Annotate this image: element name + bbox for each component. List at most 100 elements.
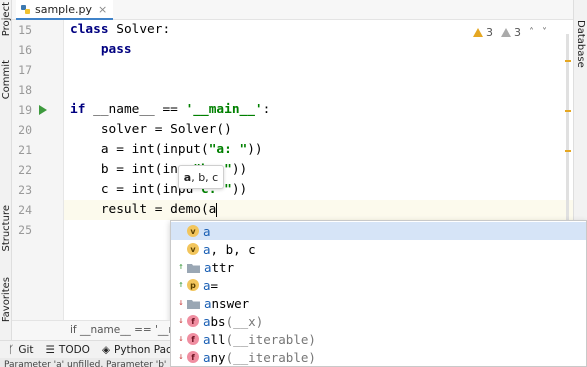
chevron-down-icon[interactable]: ˅ [542, 27, 547, 38]
git-tool-button[interactable]: ᚴ Git [8, 344, 33, 356]
close-icon[interactable]: × [98, 3, 107, 16]
line-number: 25 [18, 223, 32, 237]
database-tool-tab[interactable]: Database [575, 20, 586, 68]
breadcrumb[interactable]: if __name__ == '__main__' [64, 320, 170, 340]
completion-text: , b, c [210, 241, 256, 257]
line-number: 19 [18, 103, 32, 117]
warning-icon [473, 28, 483, 37]
code-token: a = int(input( [70, 142, 209, 157]
parameter-info-popup: a, b, c [178, 165, 224, 189]
keyword-token: class [70, 22, 109, 37]
python-file-icon [21, 4, 30, 14]
completion-text: ny [210, 349, 226, 365]
completion-item[interactable]: ↓ f a ll (__iterable) [171, 330, 586, 348]
left-tool-strip: Project Commit Structure Favorites [0, 0, 12, 340]
inspection-widget[interactable]: 3 3 ˄ ˅ [473, 26, 547, 39]
completion-signature: (__iterable) [225, 331, 316, 347]
code-line: a = int(input("a: ")) [70, 140, 263, 160]
code-token: Solver: [108, 22, 171, 37]
code-token: )) [231, 162, 248, 177]
commit-tool-label: Commit [0, 60, 12, 100]
run-icon[interactable] [39, 105, 47, 115]
completion-match: a [203, 331, 211, 347]
line-number: 18 [18, 83, 32, 97]
code-token: __name__ == [85, 102, 186, 117]
completion-match: a [203, 277, 211, 293]
completion-signature: (__iterable) [225, 349, 316, 365]
completion-item[interactable]: ↑ a ttr [171, 258, 586, 276]
git-branch-icon: ᚴ [8, 343, 15, 356]
current-parameter: a [183, 170, 192, 184]
remaining-parameters: , b, c [191, 170, 219, 184]
warning-stripe-marker[interactable] [565, 60, 571, 62]
code-line: pass [70, 40, 132, 60]
warning-stripe-marker[interactable] [565, 150, 571, 152]
folder-icon [187, 298, 200, 309]
code-token: : [262, 102, 271, 117]
code-line: if __name__ == '__main__': [70, 100, 270, 120]
weak-warning-count[interactable]: 3 [501, 26, 521, 39]
completion-match: a [203, 349, 211, 365]
code-token: )) [231, 182, 248, 197]
line-number: 21 [18, 143, 32, 157]
favorites-tool-label: Favorites [0, 277, 12, 323]
function-icon: f [187, 351, 199, 363]
chevron-up-icon[interactable]: ˄ [529, 27, 534, 38]
completion-match: a [203, 313, 211, 329]
line-number: 23 [18, 183, 32, 197]
package-icon: ◈ [101, 343, 111, 356]
editor-tab[interactable]: sample.py × [16, 0, 114, 20]
folder-icon [187, 262, 200, 273]
completion-item[interactable]: ↓ a nswer [171, 294, 586, 312]
line-number: 17 [18, 63, 32, 77]
parameter-icon: p [187, 279, 199, 291]
completion-text: ttr [211, 259, 235, 275]
variable-icon: v [187, 243, 199, 255]
completion-match: a [204, 259, 212, 275]
python-packages-tool-button[interactable]: ◈ Python Packages [102, 344, 170, 356]
completion-match: a [204, 295, 212, 311]
string-token: '__main__' [185, 102, 263, 117]
code-line: solver = Solver() [70, 120, 232, 140]
line-number: 15 [18, 23, 32, 37]
completion-text: = [210, 277, 219, 293]
breadcrumb-gutter [12, 320, 64, 340]
status-message: Parameter 'a' unfilled, Parameter 'b' un… [0, 358, 170, 367]
completion-text: nswer [211, 295, 250, 311]
completion-item[interactable]: va, b, c [171, 240, 586, 258]
todo-tool-button[interactable]: ☰ TODO [45, 344, 89, 356]
function-icon: f [187, 315, 199, 327]
code-line: class Solver: [70, 20, 170, 40]
weak-warning-icon [501, 28, 511, 37]
code-token: result = demo(a [70, 202, 217, 217]
editor-tab-bar: sample.py × [12, 0, 573, 20]
completion-item[interactable]: ↑ p a = [171, 276, 586, 294]
completion-signature: (__x) [225, 313, 264, 329]
variable-icon: v [187, 225, 199, 237]
completion-item[interactable]: va [171, 222, 586, 240]
structure-tool-label: Structure [0, 205, 12, 252]
completion-item[interactable]: ↓ f a bs (__x) [171, 312, 586, 330]
keyword-token: pass [70, 42, 132, 57]
completion-item[interactable]: ↓ f a ny (__iterable) [171, 348, 586, 366]
line-number: 22 [18, 163, 32, 177]
warning-stripe-marker[interactable] [565, 110, 571, 112]
code-token: b = int(inpu [70, 162, 194, 177]
arrow-down-icon: ↓ [178, 334, 184, 344]
arrow-up-icon: ↑ [178, 262, 184, 272]
arrow-down-icon: ↓ [178, 352, 184, 362]
completion-match: a [203, 241, 211, 257]
code-token: solver = Solver() [70, 122, 232, 137]
project-tool-label: Project [0, 2, 12, 37]
warning-count[interactable]: 3 [473, 26, 493, 39]
text-caret [216, 202, 218, 217]
line-number: 20 [18, 123, 32, 137]
keyword-token: if [70, 102, 86, 117]
arrow-up-icon: ↑ [178, 280, 184, 290]
code-line: result = demo(a [70, 200, 218, 220]
arrow-down-icon: ↓ [178, 298, 184, 308]
line-number: 24 [18, 203, 32, 217]
completion-popup: vava, b, c ↑ a ttr ↑ p a = ↓ a nswer ↓ f a bs (__x) ↓ f a l… [170, 220, 587, 367]
arrow-down-icon: ↓ [178, 316, 184, 326]
list-icon: ☰ [45, 343, 55, 356]
